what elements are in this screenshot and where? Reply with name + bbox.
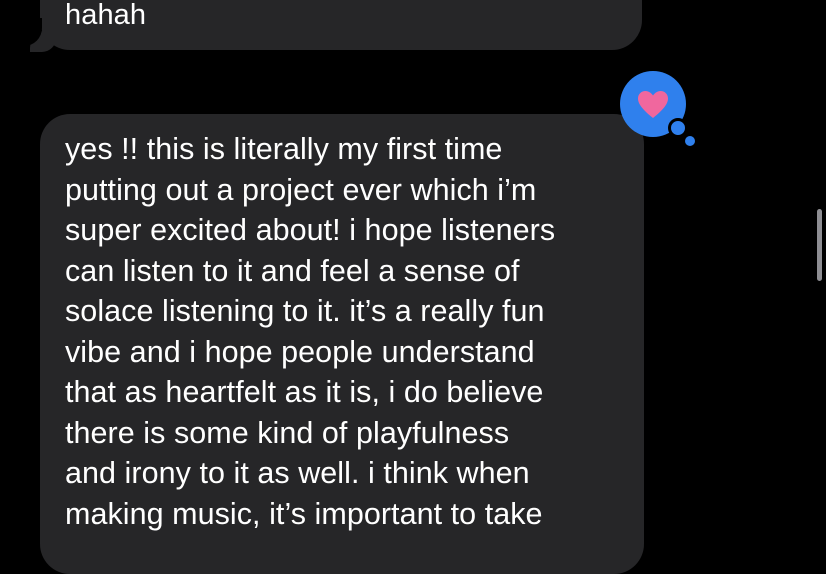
tapback-tail-dot [668, 118, 688, 138]
message-text: hahah [65, 0, 147, 31]
scrollbar[interactable] [817, 209, 822, 281]
heart-icon [638, 91, 668, 118]
message-bubble[interactable]: yes !! this is literally my first time p… [40, 114, 644, 574]
tapback-tail-dot [685, 136, 695, 146]
message-bubble[interactable]: hahah [40, 0, 642, 50]
message-text: yes !! this is literally my first time p… [65, 132, 556, 531]
message-thread[interactable]: hahah yes !! this is literally my first … [0, 0, 826, 574]
